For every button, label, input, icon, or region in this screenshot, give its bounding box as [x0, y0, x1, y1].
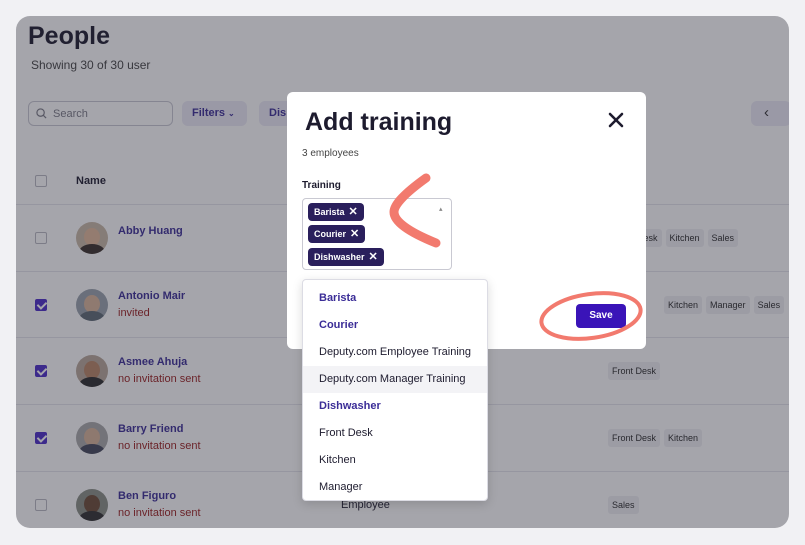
app-window: People Showing 30 of 30 user Search Filt…: [16, 16, 789, 528]
annotation-save-circle: [539, 291, 643, 341]
annotation-overlay: [389, 173, 643, 341]
annotation-chevron-mark: [389, 173, 441, 248]
